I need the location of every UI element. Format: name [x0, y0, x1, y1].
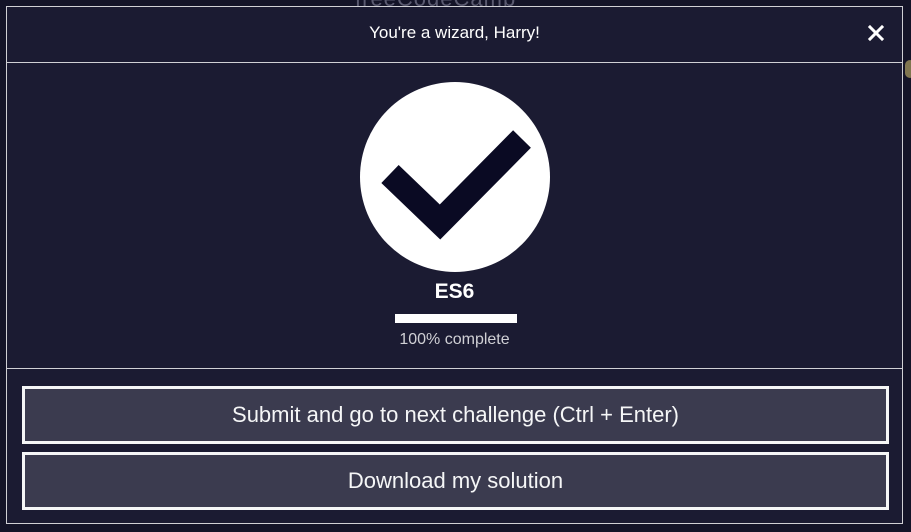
close-icon	[867, 24, 885, 42]
backdrop-indicator	[905, 60, 911, 78]
submit-next-challenge-button[interactable]: Submit and go to next challenge (Ctrl + …	[22, 386, 889, 444]
progress-bar	[395, 314, 517, 323]
close-button[interactable]	[864, 21, 888, 45]
modal-body: ES6 100% complete	[7, 63, 902, 369]
certification-name: ES6	[434, 280, 475, 303]
progress-text: 100% complete	[399, 331, 510, 348]
modal-header: You're a wizard, Harry!	[7, 7, 902, 63]
progress-bar-fill	[395, 314, 517, 323]
completion-modal: You're a wizard, Harry! ES6 100% complet…	[6, 6, 903, 524]
modal-title: You're a wizard, Harry!	[369, 23, 540, 42]
download-solution-button[interactable]: Download my solution	[22, 452, 889, 510]
checkmark-icon	[360, 82, 550, 272]
